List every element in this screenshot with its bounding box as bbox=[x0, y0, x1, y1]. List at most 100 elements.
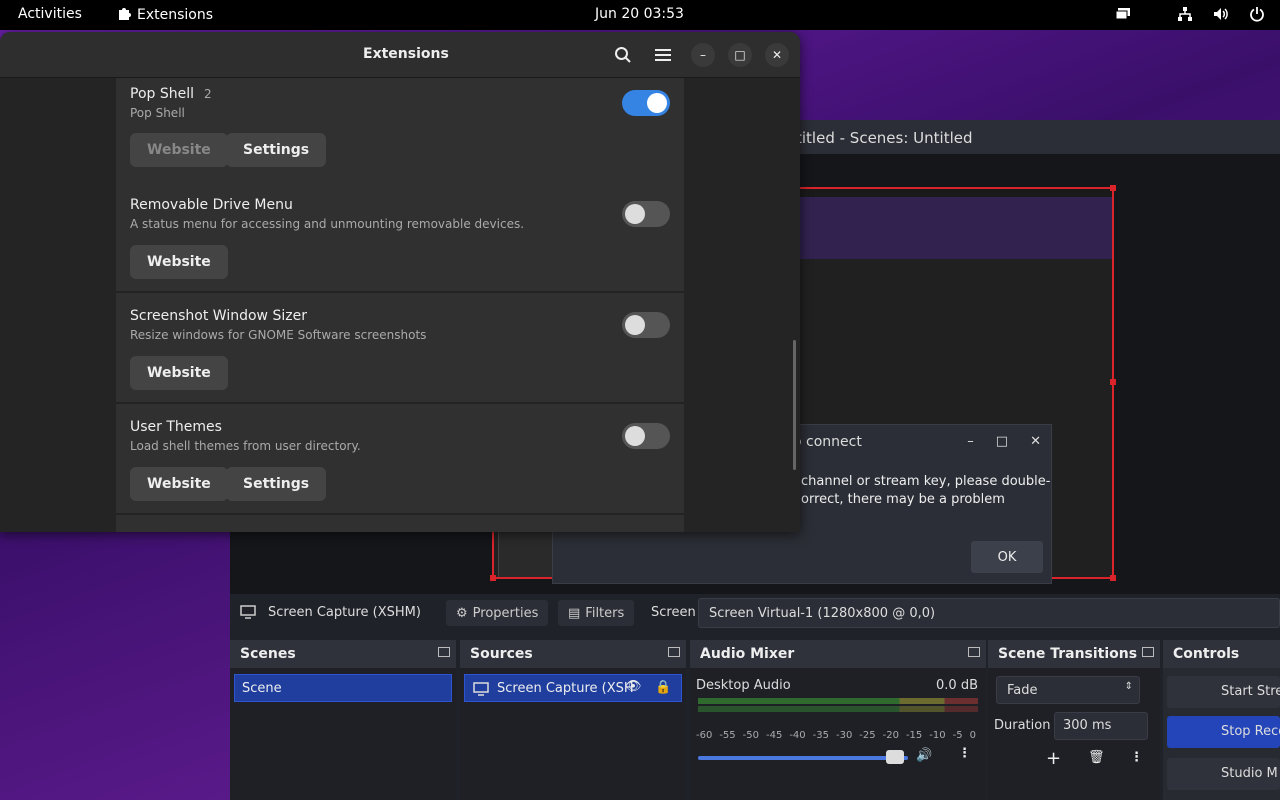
settings-button[interactable]: Settings bbox=[226, 467, 327, 501]
tick-label: -45 bbox=[765, 730, 783, 741]
extensions-headerbar: Extensions – □ ✕ bbox=[0, 32, 800, 78]
resize-handle[interactable] bbox=[1110, 379, 1116, 385]
activities-button[interactable]: Activities bbox=[18, 6, 82, 22]
tick-label: -15 bbox=[905, 730, 923, 741]
close-icon[interactable]: ✕ bbox=[1030, 434, 1041, 449]
minimize-icon[interactable]: – bbox=[967, 434, 974, 449]
extension-row-partial bbox=[116, 515, 684, 532]
extension-toggle[interactable] bbox=[622, 312, 670, 338]
transition-select[interactable]: Fade ⇕ bbox=[996, 676, 1140, 704]
dialog-title: o connect bbox=[793, 434, 862, 450]
screen-label: Screen bbox=[651, 605, 696, 620]
tick-label: 0 bbox=[969, 730, 976, 741]
float-icon[interactable] bbox=[438, 647, 450, 657]
extension-description: Pop Shell bbox=[130, 106, 185, 120]
extension-name: Removable Drive Menu bbox=[130, 197, 293, 213]
screen-share-icon[interactable] bbox=[1114, 5, 1132, 23]
resize-handle[interactable] bbox=[1110, 185, 1116, 191]
source-item[interactable]: Screen Capture (XSH 👁 🔒 bbox=[464, 674, 682, 702]
audio-level: 0.0 dB bbox=[936, 678, 978, 693]
float-icon[interactable] bbox=[668, 647, 680, 657]
website-button[interactable]: Website bbox=[130, 356, 228, 390]
volume-slider[interactable] bbox=[698, 756, 908, 760]
filters-label: Filters bbox=[585, 605, 625, 621]
tick-label: -35 bbox=[812, 730, 829, 741]
screen-select[interactable]: Screen Virtual-1 (1280x800 @ 0,0) bbox=[698, 598, 1280, 628]
extension-toggle[interactable] bbox=[622, 423, 670, 449]
volume-meter bbox=[698, 698, 978, 704]
monitor-icon bbox=[473, 682, 489, 700]
network-icon[interactable] bbox=[1176, 5, 1194, 23]
studio-mode-button[interactable]: Studio M bbox=[1167, 758, 1280, 790]
add-icon[interactable]: + bbox=[1046, 748, 1061, 769]
monitor-icon bbox=[240, 605, 256, 623]
extension-name: Screenshot Window Sizer bbox=[130, 308, 307, 324]
start-streaming-button[interactable]: Start Strea bbox=[1167, 676, 1280, 708]
volume-slider-handle[interactable] bbox=[886, 750, 904, 764]
dialog-message-line: channel or stream key, please double- bbox=[801, 474, 1051, 489]
tick-label: -60 bbox=[696, 730, 713, 741]
dock-title: Scene Transitions bbox=[998, 646, 1138, 662]
power-icon[interactable] bbox=[1248, 5, 1266, 23]
extension-row-screenshot-window-sizer: Screenshot Window Sizer Resize windows f… bbox=[116, 293, 684, 403]
float-icon[interactable] bbox=[1142, 647, 1154, 657]
scene-item[interactable]: Scene bbox=[234, 674, 452, 702]
app-menu-label: Extensions bbox=[137, 7, 214, 23]
more-options-icon[interactable]: ⋮ bbox=[1130, 750, 1143, 765]
app-menu[interactable]: Extensions bbox=[117, 6, 213, 24]
toggle-knob bbox=[647, 93, 667, 113]
tick-label: -20 bbox=[882, 730, 899, 741]
hamburger-menu-icon[interactable] bbox=[651, 43, 675, 67]
selected-source-name: Screen Capture (XSHM) bbox=[268, 605, 421, 620]
search-icon[interactable] bbox=[611, 43, 635, 67]
tick-label: -30 bbox=[835, 730, 853, 741]
settings-button[interactable]: Settings bbox=[226, 133, 327, 167]
more-options-icon[interactable]: ⋮ bbox=[958, 746, 971, 761]
scrollbar[interactable] bbox=[793, 340, 796, 470]
tick-label: -40 bbox=[789, 730, 806, 741]
close-icon[interactable]: ✕ bbox=[765, 43, 789, 67]
audio-mixer-dock: Audio Mixer Desktop Audio 0.0 dB -60 -55… bbox=[690, 640, 986, 800]
properties-label: Properties bbox=[472, 605, 539, 621]
source-item-label: Screen Capture (XSH bbox=[497, 681, 634, 696]
website-button[interactable]: Website bbox=[130, 245, 228, 279]
minimize-icon[interactable]: – bbox=[691, 43, 715, 67]
filter-icon: ▤ bbox=[568, 605, 581, 621]
meter-scale: -60 -55 -50 -45 -40 -35 -30 -25 -20 -15 … bbox=[696, 730, 976, 741]
speaker-icon[interactable]: 🔊 bbox=[916, 748, 932, 763]
extension-version: 2 bbox=[204, 87, 212, 101]
extension-description: Resize windows for GNOME Software screen… bbox=[130, 328, 427, 342]
trash-icon[interactable]: 🗑 bbox=[1088, 750, 1105, 765]
extension-row-removable-drive-menu: Removable Drive Menu A status menu for a… bbox=[116, 182, 684, 292]
tick-label: -55 bbox=[719, 730, 736, 741]
resize-handle[interactable] bbox=[490, 575, 496, 581]
maximize-icon[interactable]: □ bbox=[996, 434, 1008, 449]
filters-button[interactable]: ▤ Filters bbox=[558, 600, 635, 626]
maximize-icon[interactable]: □ bbox=[728, 43, 752, 67]
duration-input[interactable]: 300 ms bbox=[1054, 712, 1148, 740]
eye-icon[interactable]: 👁 bbox=[625, 679, 642, 694]
clock[interactable]: Jun 20 03:53 bbox=[595, 6, 684, 22]
resize-handle[interactable] bbox=[1110, 575, 1116, 581]
dock-title: Controls bbox=[1173, 646, 1240, 662]
extension-row-pop-shell: Pop Shell 2 Pop Shell Website Settings bbox=[116, 78, 684, 188]
extension-description: Load shell themes from user directory. bbox=[130, 439, 361, 453]
gear-icon: ⚙ bbox=[456, 605, 468, 621]
float-icon[interactable] bbox=[968, 647, 980, 657]
lock-icon[interactable]: 🔒 bbox=[655, 680, 671, 695]
dock-title: Sources bbox=[470, 646, 533, 662]
extensions-list: Pop Shell 2 Pop Shell Website Settings Re… bbox=[0, 78, 800, 532]
source-toolbar: Screen Capture (XSHM) ⚙ Properties ▤ Fil… bbox=[230, 595, 1280, 633]
dialog-message-line: orrect, there may be a problem bbox=[801, 492, 1005, 507]
website-button[interactable]: Website bbox=[130, 467, 228, 501]
scenes-dock: Scenes Scene bbox=[230, 640, 456, 800]
controls-dock: Controls Start Strea Stop Reco Studio M bbox=[1163, 640, 1280, 800]
transition-value: Fade bbox=[1007, 683, 1038, 698]
ok-button[interactable]: OK bbox=[971, 541, 1043, 573]
volume-icon[interactable] bbox=[1212, 5, 1230, 23]
dialog-message: channel or stream key, please double- or… bbox=[801, 473, 1051, 509]
properties-button[interactable]: ⚙ Properties bbox=[446, 600, 549, 626]
extension-toggle[interactable] bbox=[622, 90, 670, 116]
stop-recording-button[interactable]: Stop Reco bbox=[1167, 716, 1280, 748]
extension-toggle[interactable] bbox=[622, 201, 670, 227]
